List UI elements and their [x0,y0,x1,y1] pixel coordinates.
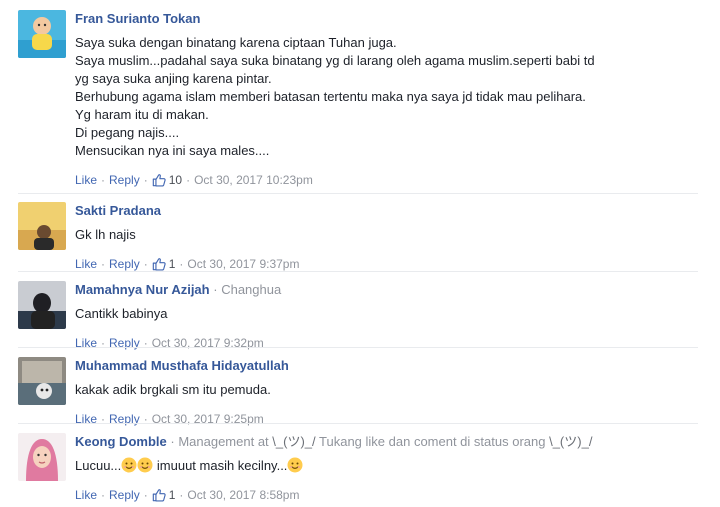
like-count[interactable]: 1 [152,487,175,503]
reply-link[interactable]: Reply [109,335,140,351]
separator-dot: · [101,257,106,271]
avatar[interactable] [18,433,66,481]
comment-actions: Like · Reply · Oct 30, 2017 9:25pm [75,411,700,427]
like-count[interactable]: 10 [152,172,182,188]
separator-dot: · [143,336,148,350]
separator-dot: · [101,412,106,426]
comment-author[interactable]: Fran Surianto Tokan [75,11,200,26]
separator-dot: · [170,434,175,449]
like-link[interactable]: Like [75,335,97,351]
shrug-text: \_(ツ)_/ [549,434,593,449]
avatar[interactable] [18,281,66,329]
thumbs-up-icon [152,258,166,271]
comment-timestamp[interactable]: Oct 30, 2017 8:58pm [187,487,299,503]
reply-link[interactable]: Reply [109,487,140,503]
smiling-face-emoji-icon [137,457,153,473]
comment-author[interactable]: Sakti Pradana [75,203,161,218]
like-link[interactable]: Like [75,172,97,188]
separator-dot: · [179,257,184,271]
reply-link[interactable]: Reply [109,411,140,427]
smiling-face-emoji-icon [287,457,303,473]
like-link[interactable]: Like [75,411,97,427]
divider [18,271,698,272]
separator-dot: · [213,282,218,297]
divider [18,347,698,348]
shrug-text: \_(ツ)_/ [272,434,316,449]
comment-timestamp[interactable]: Oct 30, 2017 9:37pm [187,256,299,272]
like-count[interactable]: 1 [152,256,175,272]
author-role: Tukang like dan coment di status orang [319,434,546,449]
comment-actions: Like · Reply · 1 · Oct 30, 2017 9:37pm [75,256,700,272]
separator-dot: · [101,173,106,187]
avatar[interactable] [18,10,66,58]
avatar[interactable] [18,202,66,250]
like-link[interactable]: Like [75,487,97,503]
separator-dot: · [143,412,148,426]
separator-dot: · [101,488,106,502]
smiling-face-emoji-icon [121,457,137,473]
separator-dot: · [101,336,106,350]
comment-list: Fran Surianto Tokan Saya suka dengan bin… [0,0,720,507]
separator-dot: · [179,488,184,502]
separator-dot: · [143,488,148,502]
comment-author[interactable]: Mamahnya Nur Azijah [75,282,210,297]
separator-dot: · [186,173,191,187]
avatar[interactable] [18,357,66,405]
comment-text: kakak adik brgkali sm itu pemuda. [75,382,271,397]
thumbs-up-icon [152,489,166,502]
reply-link[interactable]: Reply [109,256,140,272]
comment-actions: Like · Reply · 1 · Oct 30, 2017 8:58pm [75,487,700,503]
author-role-prefix: Management at [178,434,269,449]
comment-timestamp[interactable]: Oct 30, 2017 9:25pm [152,411,264,427]
separator-dot: · [143,257,148,271]
comment-text: Saya suka dengan binatang karena ciptaan… [75,35,595,158]
comment-text: Lucuu... imuuut masih kecilny... [75,457,700,475]
thumbs-up-icon [152,174,166,187]
comment-author[interactable]: Keong Domble [75,434,167,449]
separator-dot: · [143,173,148,187]
comment-timestamp[interactable]: Oct 30, 2017 9:32pm [152,335,264,351]
like-link[interactable]: Like [75,256,97,272]
comment-author[interactable]: Muhammad Musthafa Hidayatullah [75,358,289,373]
comment-timestamp[interactable]: Oct 30, 2017 10:23pm [194,172,313,188]
reply-link[interactable]: Reply [109,172,140,188]
author-location: Changhua [221,282,282,297]
comment-actions: Like · Reply · Oct 30, 2017 9:32pm [75,335,700,351]
comment-actions: Like · Reply · 10 · Oct 30, 2017 10:23pm [75,172,700,188]
comment-text: Gk lh najis [75,227,136,242]
divider [18,193,698,194]
comment-text: Cantikk babinya [75,306,168,321]
divider [18,423,698,424]
